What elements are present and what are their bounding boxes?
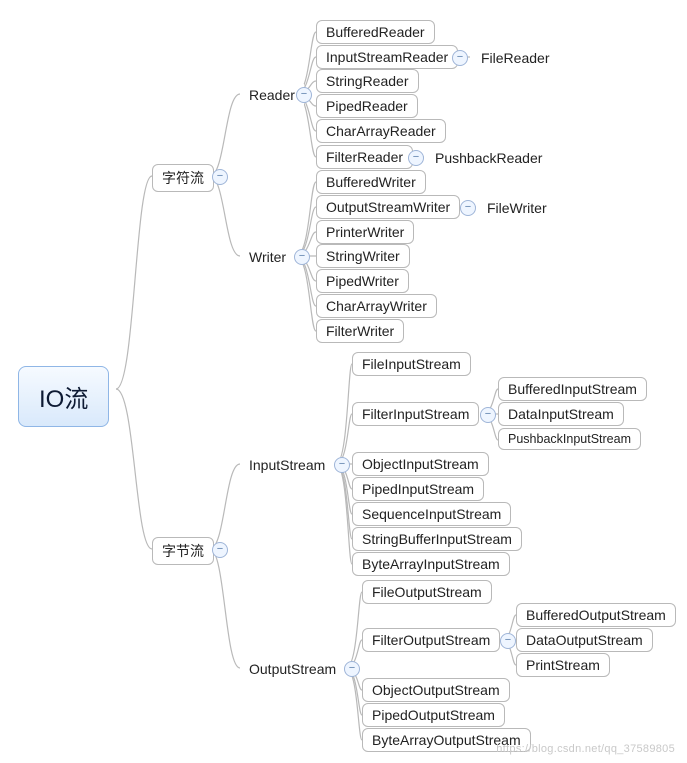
- outputstream-node[interactable]: OutputStream: [240, 658, 345, 680]
- stringreader-node[interactable]: StringReader: [316, 69, 419, 93]
- fileinputstream-node[interactable]: FileInputStream: [352, 352, 471, 376]
- stringwriter-node[interactable]: StringWriter: [316, 244, 410, 268]
- filterreader-node[interactable]: FilterReader: [316, 145, 413, 169]
- collapse-icon[interactable]: −: [460, 200, 476, 216]
- collapse-icon[interactable]: −: [408, 150, 424, 166]
- collapse-icon[interactable]: −: [334, 457, 350, 473]
- collapse-icon[interactable]: −: [212, 542, 228, 558]
- sequenceinputstream-node[interactable]: SequenceInputStream: [352, 502, 511, 526]
- objectoutputstream-node[interactable]: ObjectOutputStream: [362, 678, 510, 702]
- char-stream-node[interactable]: 字符流: [152, 164, 214, 192]
- printstream-node[interactable]: PrintStream: [516, 653, 610, 677]
- collapse-icon[interactable]: −: [344, 661, 360, 677]
- printerwriter-node[interactable]: PrinterWriter: [316, 220, 414, 244]
- pushbackreader-node[interactable]: PushbackReader: [426, 147, 551, 169]
- bufferedwriter-node[interactable]: BufferedWriter: [316, 170, 426, 194]
- pipedreader-node[interactable]: PipedReader: [316, 94, 418, 118]
- pipedwriter-node[interactable]: PipedWriter: [316, 269, 409, 293]
- pipedoutputstream-node[interactable]: PipedOutputStream: [362, 703, 505, 727]
- filteroutputstream-node[interactable]: FilterOutputStream: [362, 628, 500, 652]
- dataoutputstream-node[interactable]: DataOutputStream: [516, 628, 653, 652]
- fileoutputstream-node[interactable]: FileOutputStream: [362, 580, 492, 604]
- root-node[interactable]: IO流: [18, 366, 109, 427]
- inputstreamreader-node[interactable]: InputStreamReader: [316, 45, 458, 69]
- datainputstream-node[interactable]: DataInputStream: [498, 402, 624, 426]
- reader-node[interactable]: Reader: [240, 84, 304, 106]
- collapse-icon[interactable]: −: [294, 249, 310, 265]
- pipedinputstream-node[interactable]: PipedInputStream: [352, 477, 484, 501]
- buffered-reader-node[interactable]: BufferedReader: [316, 20, 435, 44]
- outputstreamwriter-node[interactable]: OutputStreamWriter: [316, 195, 460, 219]
- byte-stream-node[interactable]: 字节流: [152, 537, 214, 565]
- filterwriter-node[interactable]: FilterWriter: [316, 319, 404, 343]
- filewriter-node[interactable]: FileWriter: [478, 197, 556, 219]
- bufferedinputstream-node[interactable]: BufferedInputStream: [498, 377, 647, 401]
- bufferedoutputstream-node[interactable]: BufferedOutputStream: [516, 603, 676, 627]
- bytearrayinputstream-node[interactable]: ByteArrayInputStream: [352, 552, 510, 576]
- pushbackinputstream-node[interactable]: PushbackInputStream: [498, 428, 641, 450]
- stringbufferinputstream-node[interactable]: StringBufferInputStream: [352, 527, 522, 551]
- inputstream-node[interactable]: InputStream: [240, 454, 334, 476]
- objectinputstream-node[interactable]: ObjectInputStream: [352, 452, 489, 476]
- filereader-node[interactable]: FileReader: [472, 47, 558, 69]
- collapse-icon[interactable]: −: [296, 87, 312, 103]
- collapse-icon[interactable]: −: [500, 633, 516, 649]
- chararrayreader-node[interactable]: CharArrayReader: [316, 119, 446, 143]
- collapse-icon[interactable]: −: [212, 169, 228, 185]
- watermark-text: https://blog.csdn.net/qq_37589805: [496, 743, 675, 755]
- writer-node[interactable]: Writer: [240, 246, 295, 268]
- filterinputstream-node[interactable]: FilterInputStream: [352, 402, 479, 426]
- chararraywriter-node[interactable]: CharArrayWriter: [316, 294, 437, 318]
- collapse-icon[interactable]: −: [480, 407, 496, 423]
- collapse-icon[interactable]: −: [452, 50, 468, 66]
